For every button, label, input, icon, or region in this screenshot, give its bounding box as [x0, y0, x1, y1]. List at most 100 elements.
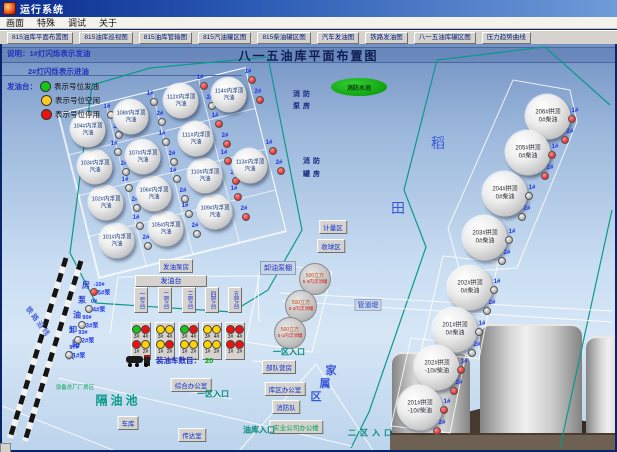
tank-label: 201#拱顶	[407, 401, 432, 409]
screen-nav-button[interactable]: 815柴油罐区图	[257, 32, 310, 44]
map-building-button[interactable]: 卸油泵棚	[260, 261, 296, 275]
light-row	[226, 325, 244, 333]
lamp-on-icon	[200, 82, 208, 90]
platform-column-button[interactable]: 四号台	[205, 287, 219, 313]
map-building-button[interactable]: 收球区	[317, 239, 345, 253]
lamp-label: 1#	[182, 203, 189, 209]
diesel-tank: 205#拱顶0#柴油	[506, 131, 551, 176]
screen-nav-button[interactable]: 汽车发油图	[317, 32, 360, 44]
status-light	[132, 325, 141, 334]
diesel-tank: 204#拱顶0#柴油	[483, 172, 528, 217]
map-char: 泵	[78, 295, 86, 306]
status-light	[235, 340, 244, 349]
title-bar[interactable]: 运行系统	[0, 0, 617, 17]
status-light	[212, 340, 221, 349]
map-text: 泵房	[293, 101, 313, 111]
platform-column-button[interactable]: 一号台	[134, 287, 148, 313]
map-text: 消防	[293, 89, 313, 99]
lamp-off-icon	[144, 242, 152, 250]
tank-label: -10#柴油	[425, 368, 449, 376]
small-tank-label: 5-3内浮顶罐	[303, 279, 328, 285]
gas-tank: 105#内浮顶汽油	[149, 212, 184, 247]
lamp-off-icon	[468, 349, 476, 357]
lamp-off-icon	[525, 192, 533, 200]
lamp-off-icon	[498, 257, 506, 265]
map-char: 卸	[69, 325, 77, 336]
tank-label: 0#柴油	[476, 238, 495, 246]
lamp-label: 2#	[489, 300, 496, 306]
light-label-row: 1#2#	[226, 348, 244, 355]
screen-toolbar: 815油库平面布置图 815油库巡视图 815油库管输图 815汽油罐区图 815柴油罐…	[0, 30, 617, 44]
screen-nav-button[interactable]: 815汽油罐区图	[198, 32, 251, 44]
screen-nav-button[interactable]: 压力趋势曲线	[482, 32, 531, 44]
lamp-label: 1#	[212, 113, 219, 119]
status-light	[212, 325, 221, 334]
light-label-row: 3#4#	[156, 333, 174, 340]
map-text: 管道堤	[355, 299, 382, 311]
status-light	[156, 340, 165, 349]
gas-tank: 107#内浮顶汽油	[126, 140, 161, 175]
pump-name-label: 2#泵	[82, 336, 95, 345]
map-building-button[interactable]: 消防队	[272, 400, 300, 414]
gas-tank: 111#内浮顶汽油	[179, 122, 214, 157]
screen-nav-button[interactable]: 八一五油库罐区图	[414, 32, 476, 44]
lamp-off-icon	[158, 118, 166, 126]
screen-nav-button[interactable]: 815油库管输图	[139, 32, 192, 44]
tank-label: 202#拱顶	[424, 361, 449, 369]
map-text: 油库入口	[243, 425, 275, 436]
lamp-off-icon	[150, 98, 158, 106]
map-building-button[interactable]: 库区办公室	[265, 382, 306, 396]
menu-bar: 画面特殊调试关于	[0, 17, 617, 29]
map-building-button[interactable]: 车库	[118, 416, 139, 430]
light-row	[156, 340, 174, 348]
tank-label: -10#柴油	[408, 408, 432, 416]
screen-nav-button[interactable]: 铁路发油图	[365, 32, 408, 44]
lamp-on-icon	[433, 427, 441, 435]
lamp-label: 2#	[276, 160, 283, 166]
map-building-button[interactable]: 发油泵房	[159, 259, 193, 273]
map-building-button[interactable]: 实业公司办公楼	[269, 420, 323, 434]
platform-column-button[interactable]: 二号台	[158, 287, 172, 313]
truck-icon	[126, 353, 152, 367]
lamp-on-icon	[541, 172, 549, 180]
lamp-label: 1#	[509, 229, 516, 235]
lamp-label: 1#	[133, 215, 140, 221]
light-label-row: 3#4#	[203, 333, 221, 340]
small-tank-label: 5-1内浮顶罐	[278, 333, 303, 339]
dispensing-platform-header: 发油台	[135, 275, 207, 287]
app-icon	[3, 2, 16, 15]
lamp-label: 1#	[245, 69, 252, 75]
legend-platform-prefix: 发油台：	[7, 81, 37, 92]
legend-yellow-desc: 表示号位空闲	[55, 95, 100, 106]
menu-item[interactable]: 调试	[68, 16, 86, 29]
lamp-off-icon	[181, 195, 189, 203]
menu-item[interactable]: 画面	[6, 16, 24, 29]
pump-name-label: 1#泵	[73, 351, 86, 360]
lamp-label: 2#	[567, 129, 574, 135]
gas-tank: 103#内浮顶汽油	[78, 150, 113, 185]
lamp-on-icon	[215, 120, 223, 128]
lamp-label: 1#	[231, 186, 238, 192]
lamp-label: 1#	[104, 104, 111, 110]
light-row	[180, 325, 198, 333]
menu-item[interactable]: 关于	[99, 16, 117, 29]
map-building-button[interactable]: 计量区	[319, 220, 347, 234]
map-text: 铁路沿线	[23, 305, 53, 340]
map-building-button[interactable]: 部队营房	[262, 360, 296, 374]
screen-nav-button[interactable]: 815油库巡视图	[79, 32, 132, 44]
screen-nav-button[interactable]: 815油库平面布置图	[7, 32, 73, 44]
map-text: 稻	[431, 133, 445, 153]
lamp-off-icon	[114, 148, 122, 156]
menu-item[interactable]: 特殊	[37, 16, 55, 29]
red-status-icon	[41, 109, 52, 120]
tank-label: 汽油	[82, 130, 93, 137]
tank-label: 汽油	[160, 229, 171, 236]
lamp-off-icon	[173, 175, 181, 183]
platform-column-button[interactable]: 五号台	[228, 287, 242, 313]
platform-column-button[interactable]: 三号台	[182, 287, 196, 313]
status-light	[165, 325, 174, 334]
status-light	[132, 340, 141, 349]
tank-label: 205#拱顶	[515, 146, 540, 154]
map-building-button[interactable]: 传达室	[178, 428, 206, 442]
lamp-label: 2#	[180, 188, 187, 194]
